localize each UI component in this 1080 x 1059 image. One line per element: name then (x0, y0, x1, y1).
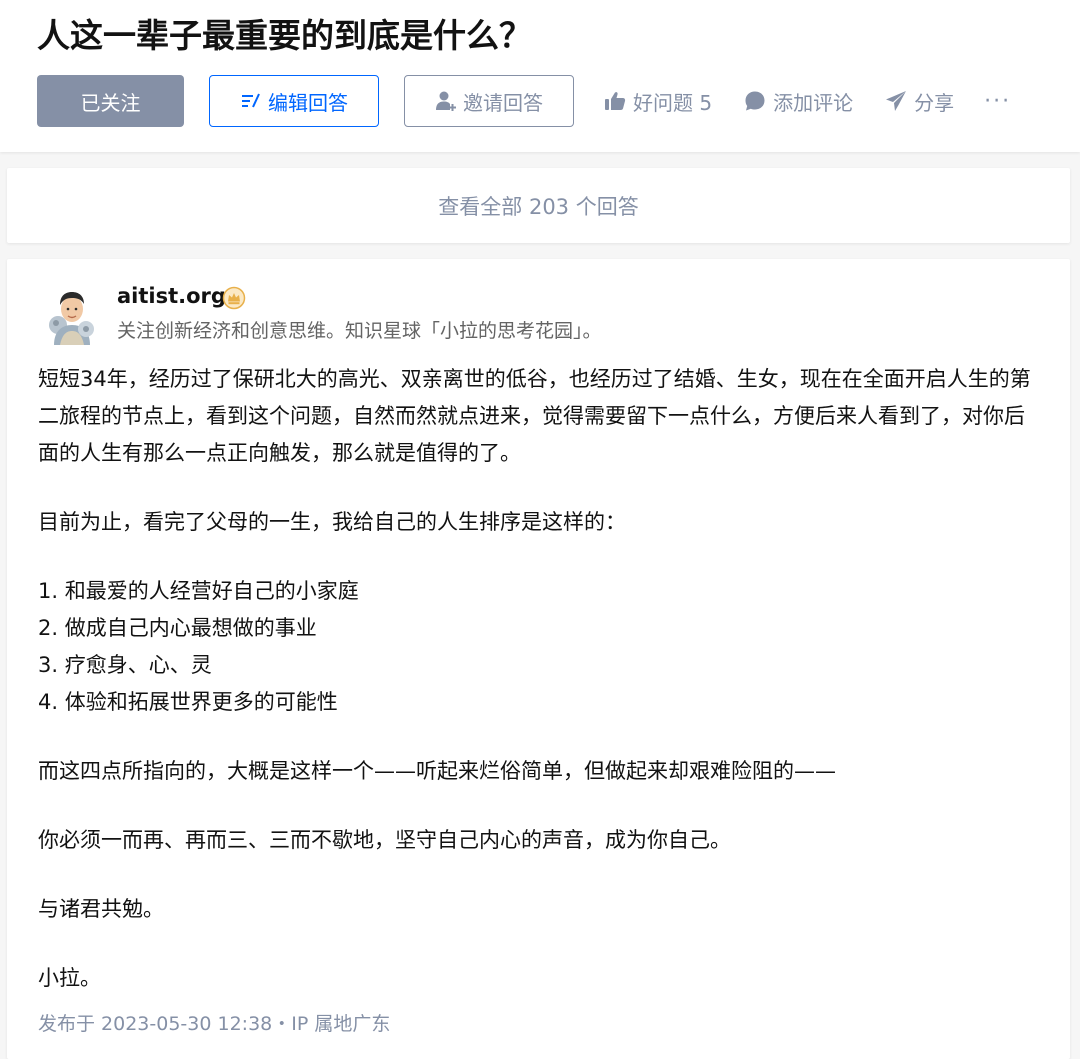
avatar-illustration (44, 285, 100, 345)
more-icon: ··· (984, 88, 1012, 114)
good-question-label: 好问题 5 (633, 90, 713, 115)
list-item: 2. 做成自己内心最想做的事业 (38, 616, 317, 640)
edit-answer-label: 编辑回答 (268, 90, 348, 115)
paragraph-encourage: 与诸君共勉。 (38, 897, 164, 921)
more-button[interactable]: ··· (984, 89, 1011, 114)
author-badge-icon (222, 286, 246, 310)
good-question-button[interactable]: 好问题 5 (604, 87, 712, 116)
edit-answer-button[interactable]: 编辑回答 (209, 75, 379, 127)
list-item: 1. 和最爱的人经营好自己的小家庭 (38, 579, 359, 603)
paragraph-core: 你必须一而再、再而三、三而不歇地，坚守自己内心的声音，成为你自己。 (38, 828, 731, 852)
share-label: 分享 (914, 90, 955, 115)
paper-plane-icon (886, 91, 907, 111)
add-user-icon (436, 91, 456, 111)
author-bio: 关注创新经济和创意思维。知识星球「小拉的思考花园」。 (117, 320, 602, 342)
publish-info[interactable]: 发布于 2023-05-30 12:38・IP 属地广东 (38, 1009, 390, 1036)
paragraph-signature: 小拉。 (38, 966, 101, 990)
paragraph-point: 而这四点所指向的，大概是这样一个——听起来烂俗简单，但做起来却艰难险阻的—— (38, 759, 836, 783)
avatar[interactable] (44, 285, 100, 345)
thumb-up-icon (605, 92, 626, 110)
list-item: 4. 体验和拓展世界更多的可能性 (38, 690, 338, 714)
invite-answer-button[interactable]: 邀请回答 (404, 75, 574, 127)
edit-icon (242, 93, 260, 108)
answer-card: aitist.org 关注创新经济和创意思维。知识星球「小拉的思考花园」。 短短… (7, 259, 1070, 1059)
author-name[interactable]: aitist.org (117, 284, 226, 308)
question-actions: 已关注 编辑回答 邀请回答 好问题 5 添加评论 分享 ··· (37, 75, 1011, 127)
comment-bubble-icon (745, 91, 765, 111)
add-comment-button[interactable]: 添加评论 (744, 87, 853, 116)
question-header: 人这一辈子最重要的到底是什么？ 已关注 编辑回答 邀请回答 好问题 5 添加评论… (0, 0, 1080, 152)
add-comment-label: 添加评论 (773, 90, 854, 115)
paragraph-ranking: 目前为止，看完了父母的一生，我给自己的人生排序是这样的： (38, 510, 626, 534)
follow-button[interactable]: 已关注 (37, 75, 184, 127)
view-all-answers-button[interactable]: 查看全部 203 个回答 (7, 168, 1070, 243)
paragraph-intro: 短短34年，经历过了保研北大的高光、双亲离世的低谷，也经历过了结婚、生女，现在在… (38, 367, 1031, 465)
view-all-answers-label: 查看全部 203 个回答 (438, 194, 639, 219)
list-item: 3. 疗愈身、心、灵 (38, 653, 212, 677)
follow-button-label: 已关注 (80, 90, 141, 115)
answer-content: 短短34年，经历过了保研北大的高光、双亲离世的低谷，也经历过了结婚、生女，现在在… (38, 361, 1038, 997)
question-title[interactable]: 人这一辈子最重要的到底是什么？ (37, 14, 532, 58)
invite-answer-label: 邀请回答 (463, 90, 543, 115)
share-button[interactable]: 分享 (885, 87, 954, 116)
